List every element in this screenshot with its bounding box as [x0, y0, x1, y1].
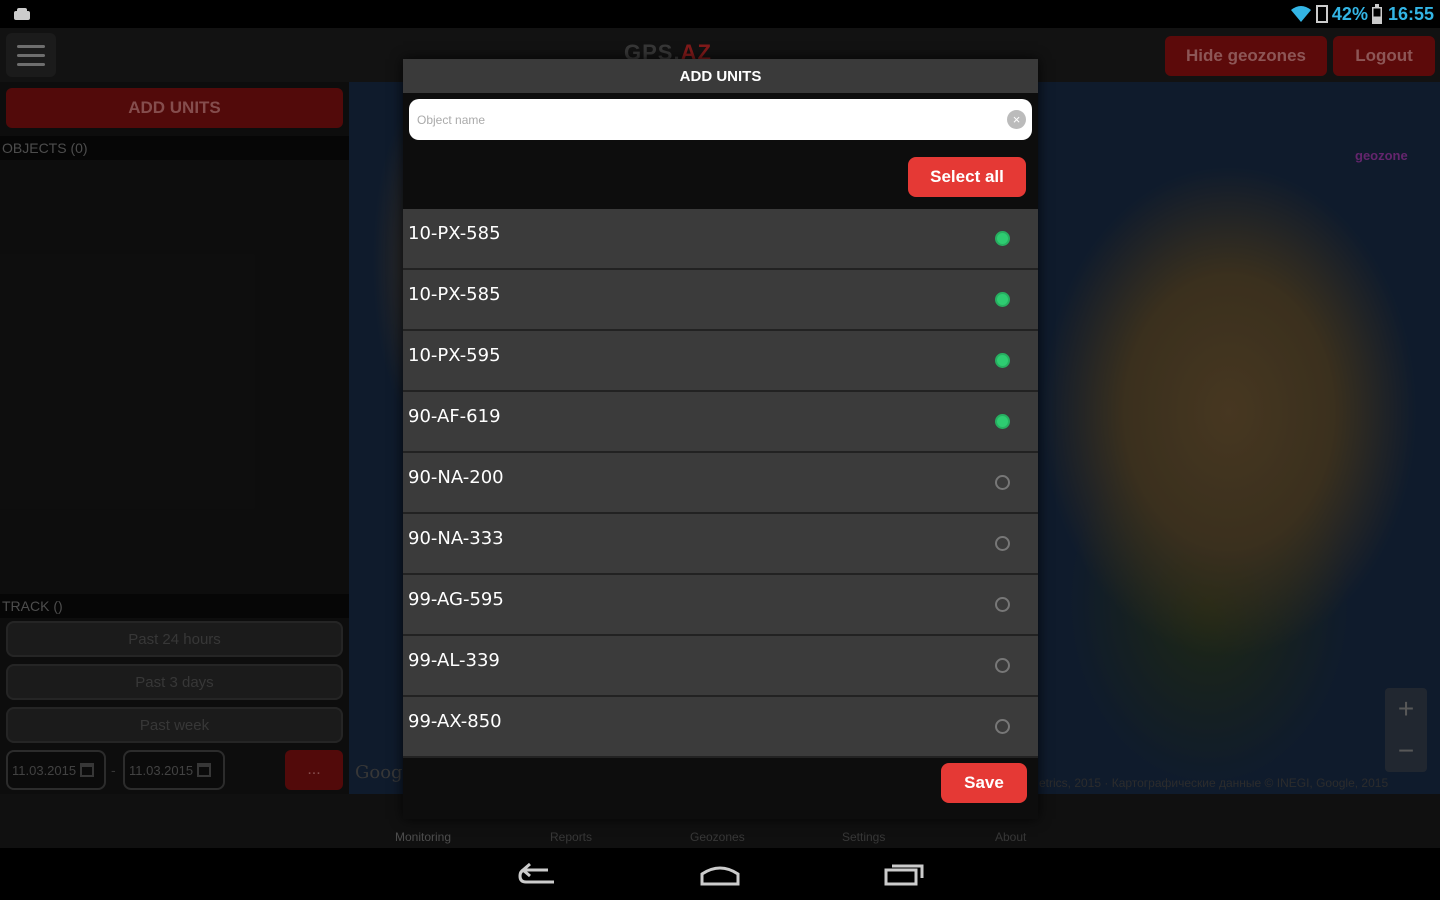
- battery-percent: 42%: [1331, 3, 1368, 24]
- list-item[interactable]: 90-NA-333: [403, 514, 1038, 575]
- list-item[interactable]: 99-AX-850: [403, 697, 1038, 758]
- unit-name: 10-PX-585: [408, 284, 501, 305]
- list-item[interactable]: 99-AL-339: [403, 636, 1038, 697]
- unselected-indicator-icon[interactable]: [995, 475, 1010, 490]
- sim-icon: [1315, 5, 1328, 23]
- unselected-indicator-icon[interactable]: [995, 536, 1010, 551]
- unit-name: 99-AL-339: [408, 650, 500, 671]
- list-item[interactable]: 10-PX-585: [403, 209, 1038, 270]
- system-nav-bar: [0, 848, 1440, 900]
- status-bar: 42% 16:55: [0, 0, 1440, 28]
- unselected-indicator-icon[interactable]: [995, 658, 1010, 673]
- unit-name: 99-AG-595: [408, 589, 504, 610]
- dialog-title: ADD UNITS: [403, 59, 1038, 93]
- select-all-button[interactable]: Select all: [908, 157, 1026, 197]
- android-notification-icon: [14, 8, 30, 20]
- unit-name: 90-NA-200: [408, 467, 504, 488]
- wifi-icon: [1290, 6, 1311, 22]
- unit-name: 99-AX-850: [408, 711, 502, 732]
- list-item[interactable]: 10-PX-585: [403, 270, 1038, 331]
- list-item[interactable]: 90-AF-619: [403, 392, 1038, 453]
- unselected-indicator-icon[interactable]: [995, 719, 1010, 734]
- list-item[interactable]: 90-NA-200: [403, 453, 1038, 514]
- back-icon[interactable]: [518, 860, 558, 888]
- unit-name: 90-AF-619: [408, 406, 501, 427]
- unit-name: 10-PX-595: [408, 345, 501, 366]
- units-list: 10-PX-585 10-PX-585 10-PX-595 90-AF-619 …: [403, 209, 1038, 758]
- recent-apps-icon[interactable]: [884, 860, 924, 888]
- selected-indicator-icon[interactable]: [995, 231, 1010, 246]
- clock: 16:55: [1387, 3, 1434, 24]
- home-icon[interactable]: [700, 860, 740, 888]
- object-name-input[interactable]: [409, 99, 1032, 140]
- unit-name: 10-PX-585: [408, 223, 501, 244]
- list-item[interactable]: 10-PX-595: [403, 331, 1038, 392]
- battery-icon: [1371, 4, 1382, 24]
- selected-indicator-icon[interactable]: [995, 292, 1010, 307]
- add-units-dialog: ADD UNITS × Select all 10-PX-585 10-PX-5…: [403, 59, 1038, 819]
- selected-indicator-icon[interactable]: [995, 353, 1010, 368]
- search-box: ×: [409, 99, 1032, 140]
- unselected-indicator-icon[interactable]: [995, 597, 1010, 612]
- list-item[interactable]: 99-AG-595: [403, 575, 1038, 636]
- clear-icon[interactable]: ×: [1007, 110, 1026, 129]
- selected-indicator-icon[interactable]: [995, 414, 1010, 429]
- unit-name: 90-NA-333: [408, 528, 504, 549]
- save-button[interactable]: Save: [941, 763, 1027, 803]
